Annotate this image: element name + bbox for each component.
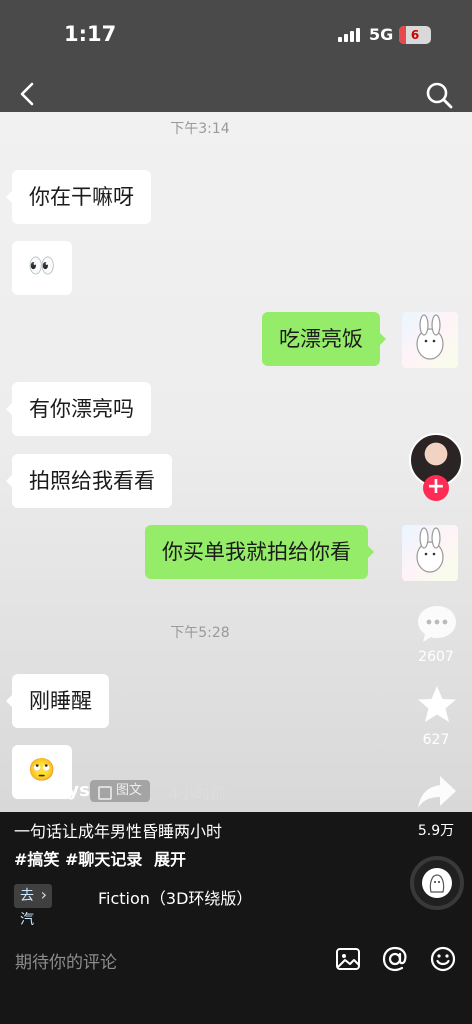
open-music-app-button[interactable]: 去汽水听 xyxy=(14,883,52,976)
comment-input[interactable]: 期待你的评论 xyxy=(15,948,117,973)
sender-avatar xyxy=(402,312,458,368)
top-nav xyxy=(0,70,472,112)
image-icon[interactable] xyxy=(334,945,362,973)
chat-bubble-incoming: 拍照给我看看 xyxy=(6,454,172,508)
back-icon[interactable] xyxy=(14,80,42,108)
search-icon[interactable] xyxy=(424,80,454,110)
music-title[interactable]: Fiction（3D环绕版） xyxy=(98,885,252,909)
chat-bubble-outgoing: 吃漂亮饭 xyxy=(262,312,386,366)
battery-indicator: 6 xyxy=(399,26,431,44)
emoji-icon[interactable] xyxy=(429,945,457,973)
share-count: 5.9万 xyxy=(417,823,455,839)
chat-screenshot[interactable]: 下午3:14 你在干嘛呀 👀 吃漂亮饭 有你漂亮吗 拍照给我看看 你买单我就拍给… xyxy=(0,112,472,812)
chat-bubble-incoming-emoji: 👀 xyxy=(12,241,72,295)
chat-bubble-incoming: 你在干嘛呀 xyxy=(6,170,151,224)
post-caption: 一句话让成年男性昏睡两小时 xyxy=(14,822,223,841)
comment-count: 2607 xyxy=(418,649,454,665)
comment-icon[interactable] xyxy=(414,603,460,645)
status-bar: 1:17 5G 6 xyxy=(0,0,472,70)
follow-button[interactable]: + xyxy=(423,475,449,501)
hashtag-links[interactable]: #搞笑 #聊天记录 xyxy=(14,850,142,869)
author-handle[interactable]: @kittys xyxy=(14,780,90,801)
at-icon[interactable] xyxy=(381,945,409,973)
signal-icon xyxy=(338,28,362,42)
chat-bubble-incoming: 刚睡醒 xyxy=(6,674,109,728)
post-age: · 4小时前 xyxy=(158,784,227,803)
music-disc[interactable] xyxy=(410,856,464,910)
hashtags: #搞笑 #聊天记录 展开 xyxy=(14,846,186,870)
share-icon[interactable] xyxy=(414,772,460,814)
status-time: 1:17 xyxy=(64,22,117,46)
chat-timestamp: 下午5:28 xyxy=(170,625,230,641)
expand-button[interactable]: 展开 xyxy=(154,850,186,869)
like-star-icon[interactable] xyxy=(414,684,460,726)
network-type: 5G xyxy=(369,25,394,44)
music-cover-icon xyxy=(422,868,452,898)
post-type-badge: 图文 xyxy=(90,780,151,802)
sender-avatar xyxy=(402,525,458,581)
eyes-emoji: 👀 xyxy=(28,254,56,279)
chat-bubble-incoming: 有你漂亮吗 xyxy=(6,382,151,436)
chat-timestamp: 下午3:14 xyxy=(170,121,230,137)
chat-bubble-outgoing: 你买单我就拍给你看 xyxy=(145,525,374,579)
comment-bar: 期待你的评论 xyxy=(0,928,472,1024)
like-count: 627 xyxy=(422,732,450,748)
